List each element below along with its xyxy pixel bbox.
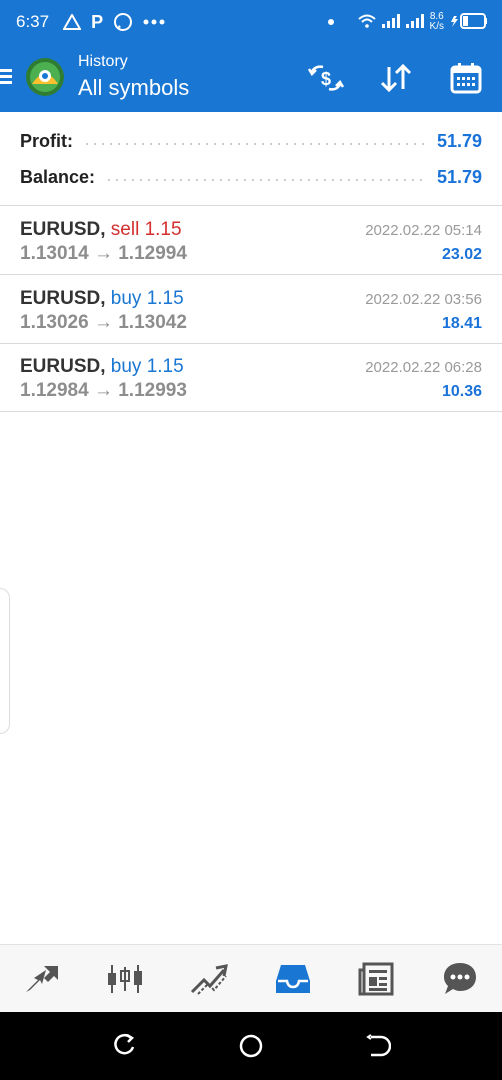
deal-symbol: EURUSD, bbox=[20, 288, 106, 309]
page-title[interactable]: All symbols bbox=[78, 74, 189, 102]
balance-value: 51.79 bbox=[436, 166, 482, 187]
deal-symbol-line: EURUSD, buy 1.15 bbox=[20, 288, 184, 310]
more-dots-icon bbox=[143, 19, 165, 25]
deal-type: sell 1.15 bbox=[110, 219, 182, 240]
net-speed-unit: K/s bbox=[429, 21, 444, 32]
app-actions: $ bbox=[304, 56, 488, 100]
quotes-icon bbox=[25, 965, 58, 992]
currency-exchange-icon: $ bbox=[307, 65, 345, 91]
home-button[interactable] bbox=[231, 1026, 271, 1066]
tab-messages[interactable] bbox=[430, 949, 490, 1009]
profit-value: 51.79 bbox=[436, 130, 482, 151]
chart-icon bbox=[108, 964, 143, 993]
svg-text:$: $ bbox=[321, 69, 331, 89]
back-button[interactable] bbox=[358, 1026, 398, 1066]
history-icon bbox=[275, 964, 310, 993]
deal-row[interactable]: EURUSD, buy 1.15 1.13026 → 1.13042 2022.… bbox=[0, 276, 502, 344]
deal-symbol: EURUSD, bbox=[20, 219, 106, 240]
deal-row[interactable]: EURUSD, sell 1.15 1.13014 → 1.12994 2022… bbox=[0, 207, 502, 275]
dot-icon bbox=[327, 19, 334, 25]
wifi-icon bbox=[357, 14, 376, 31]
profit-label: Profit: bbox=[20, 130, 73, 151]
messages-icon bbox=[444, 962, 477, 994]
signal-icon-1 bbox=[381, 13, 400, 31]
warning-triangle-icon bbox=[63, 14, 82, 30]
whatsapp-icon bbox=[113, 12, 133, 32]
deal-time: 2022.02.22 06:28 bbox=[365, 359, 482, 376]
calendar-icon bbox=[450, 63, 482, 94]
deal-type: buy 1.15 bbox=[110, 288, 184, 309]
deal-prices: 1.12984 → 1.12993 bbox=[20, 380, 187, 401]
sort-icon bbox=[380, 63, 412, 93]
deal-time: 2022.02.22 03:56 bbox=[365, 291, 482, 308]
currency-exchange-button[interactable]: $ bbox=[304, 56, 348, 100]
deal-time: 2022.02.22 05:14 bbox=[365, 222, 482, 239]
status-left: 6:37 P bbox=[16, 12, 165, 33]
summary-panel: Profit: 51.79 Balance: 51.79 bbox=[0, 112, 502, 206]
sort-button[interactable] bbox=[374, 56, 418, 100]
dot-leader bbox=[105, 179, 427, 181]
recents-button[interactable] bbox=[104, 1026, 144, 1066]
recents-icon bbox=[113, 1033, 134, 1055]
deal-profit: 18.41 bbox=[441, 315, 482, 332]
page-subtitle: History bbox=[78, 53, 128, 70]
trade-icon bbox=[191, 963, 229, 995]
deal-symbol: EURUSD, bbox=[20, 356, 106, 377]
balance-row: Balance: 51.79 bbox=[20, 163, 482, 191]
status-bar: 6:37 P 8.6 K/s bbox=[0, 0, 502, 44]
home-icon bbox=[239, 1034, 263, 1058]
deal-row[interactable]: EURUSD, buy 1.15 1.12984 → 1.12993 2022.… bbox=[0, 344, 502, 412]
deal-prices: 1.13026 → 1.13042 bbox=[20, 312, 187, 333]
deal-symbol-line: EURUSD, buy 1.15 bbox=[20, 356, 184, 378]
deal-profit: 10.36 bbox=[441, 383, 482, 400]
battery-icon bbox=[450, 12, 488, 33]
calendar-button[interactable] bbox=[444, 56, 488, 100]
back-icon bbox=[366, 1034, 392, 1057]
dot-leader bbox=[83, 143, 427, 145]
deal-symbol-line: EURUSD, sell 1.15 bbox=[20, 219, 182, 241]
system-nav-bar bbox=[0, 1012, 502, 1080]
bottom-tab-bar bbox=[0, 944, 502, 1012]
tab-trade[interactable] bbox=[179, 949, 239, 1009]
tab-chart[interactable] bbox=[95, 949, 155, 1009]
signal-icon-2 bbox=[405, 13, 424, 31]
title-block: History All symbols bbox=[78, 52, 189, 102]
app-bar: History All symbols $ bbox=[0, 44, 502, 112]
balance-label: Balance: bbox=[20, 166, 96, 187]
side-drawer-handle[interactable] bbox=[0, 588, 10, 734]
deal-profit: 23.02 bbox=[441, 246, 482, 263]
menu-icon[interactable] bbox=[0, 66, 14, 90]
p-parking-icon: P bbox=[91, 11, 104, 32]
deal-type: buy 1.15 bbox=[110, 356, 184, 377]
app-logo-icon[interactable] bbox=[24, 56, 66, 98]
net-speed: 8.6 K/s bbox=[430, 12, 444, 32]
tab-news[interactable] bbox=[346, 949, 406, 1009]
profit-row: Profit: 51.79 bbox=[20, 127, 482, 155]
tab-quotes[interactable] bbox=[12, 949, 72, 1009]
deal-prices: 1.13014 → 1.12994 bbox=[20, 243, 187, 264]
news-icon bbox=[358, 962, 394, 995]
tab-history[interactable] bbox=[263, 949, 323, 1009]
clock: 6:37 bbox=[16, 12, 50, 31]
status-right: 8.6 K/s bbox=[327, 12, 488, 33]
